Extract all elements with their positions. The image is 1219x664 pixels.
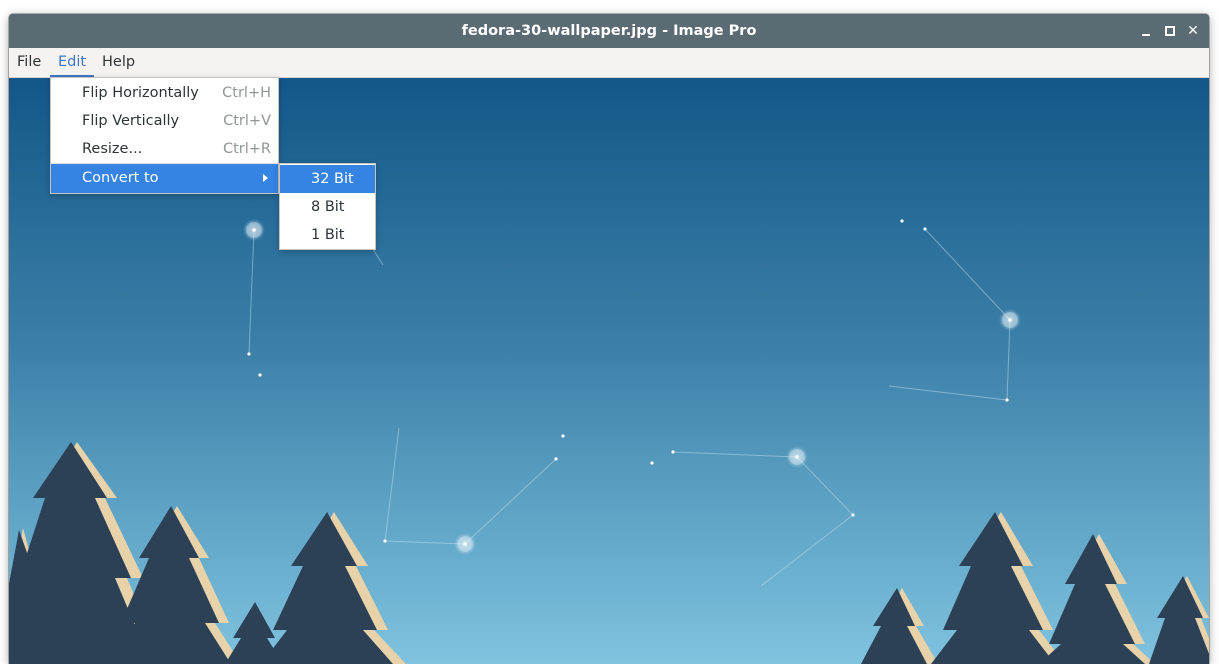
minimize-icon	[1142, 34, 1150, 36]
menu-item-label: Convert to	[82, 170, 159, 186]
menu-file[interactable]: File	[9, 48, 49, 77]
window-title: fedora-30-wallpaper.jpg - Image Pro	[461, 23, 757, 39]
menu-item-label: Resize...	[82, 141, 143, 157]
menu-item-32-bit[interactable]: 32 Bit	[280, 165, 375, 193]
menu-item-8-bit[interactable]: 8 Bit	[280, 193, 375, 221]
menu-item-convert-to[interactable]: Convert to	[51, 164, 278, 193]
menu-item-label: 1 Bit	[311, 227, 345, 243]
menu-item-label: Flip Vertically	[82, 113, 180, 129]
minimize-button[interactable]	[1138, 23, 1154, 39]
shortcut-label: Ctrl+H	[222, 85, 271, 101]
maximize-icon	[1165, 26, 1175, 36]
shortcut-label: Ctrl+R	[222, 141, 271, 157]
menu-item-label: Flip Horizontally	[82, 85, 199, 101]
menu-item-1-bit[interactable]: 1 Bit	[280, 221, 375, 249]
menu-item-resize[interactable]: Resize... Ctrl+R	[51, 135, 278, 163]
menu-item-label: 8 Bit	[311, 199, 345, 215]
menu-bar: File Edit Help	[9, 48, 1209, 78]
close-button[interactable]: ✕	[1185, 23, 1201, 39]
shortcut-label: Ctrl+V	[223, 113, 271, 129]
convert-submenu: 32 Bit 8 Bit 1 Bit	[279, 163, 376, 250]
title-bar[interactable]: fedora-30-wallpaper.jpg - Image Pro ✕	[9, 14, 1209, 48]
submenu-arrow-icon	[263, 174, 268, 182]
close-icon: ✕	[1187, 23, 1199, 39]
edit-menu: Flip Horizontally Ctrl+H Flip Vertically…	[50, 77, 279, 194]
menu-item-flip-horizontally[interactable]: Flip Horizontally Ctrl+H	[51, 79, 278, 107]
menu-help[interactable]: Help	[94, 48, 143, 77]
maximize-button[interactable]	[1162, 23, 1178, 39]
menu-item-flip-vertically[interactable]: Flip Vertically Ctrl+V	[51, 107, 278, 135]
menu-edit[interactable]: Edit	[50, 48, 95, 77]
menu-item-label: 32 Bit	[311, 171, 354, 187]
